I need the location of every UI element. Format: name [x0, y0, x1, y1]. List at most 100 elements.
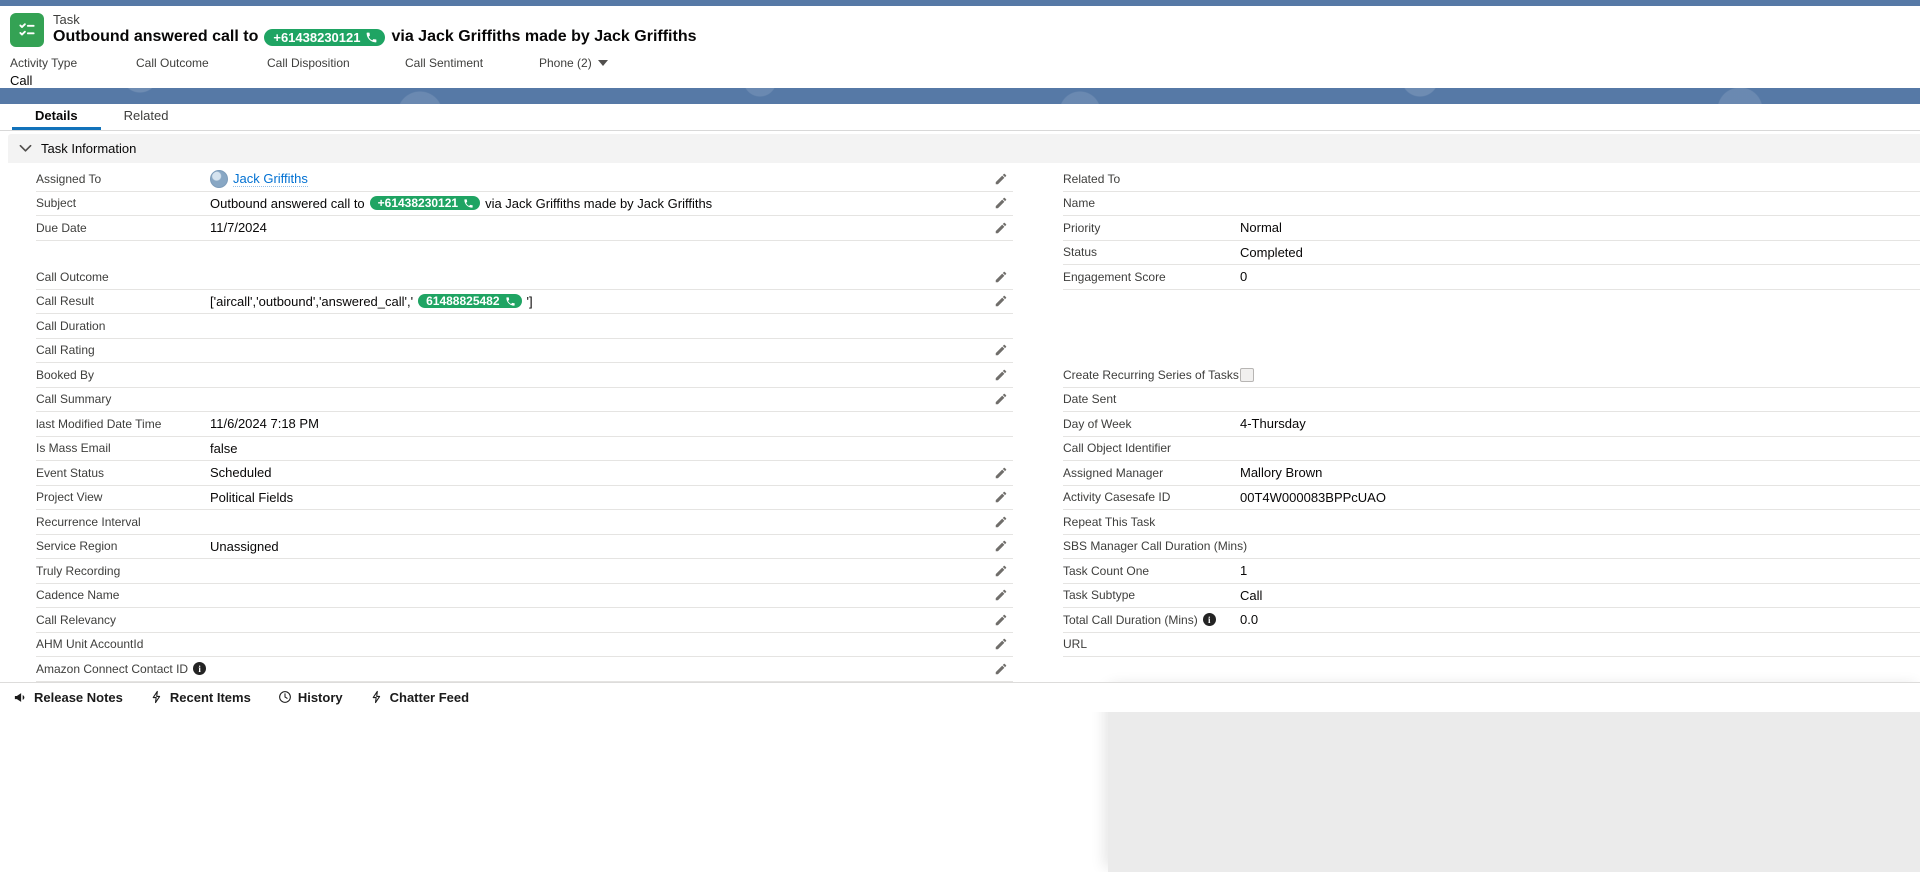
edit-icon[interactable] — [991, 268, 1011, 286]
phone-pill[interactable]: 61488825482 — [418, 294, 522, 309]
avatar — [210, 169, 228, 188]
value-text: Outbound answered call to — [210, 195, 365, 211]
edit-icon[interactable] — [991, 464, 1011, 482]
field-label: Call Object Identifier — [1063, 441, 1172, 456]
empty-field-slot — [1063, 290, 1920, 315]
field-day-of-week: Day of Week 4-Thursday — [1063, 412, 1920, 437]
utility-chatter-feed[interactable]: Chatter Feed — [370, 690, 469, 705]
field-last-modified-date-time: last Modified Date Time 11/6/2024 7:18 PM — [36, 412, 1013, 437]
edit-icon[interactable] — [991, 635, 1011, 653]
field-value: 4-Thursday — [1240, 416, 1306, 432]
edit-icon[interactable] — [991, 341, 1011, 359]
field-label: Booked By — [36, 367, 95, 382]
edit-icon[interactable] — [991, 586, 1011, 604]
field-label: Assigned To — [36, 171, 102, 186]
field-call-object-identifier: Call Object Identifier — [1063, 437, 1920, 461]
utility-history[interactable]: History — [278, 690, 343, 705]
phone-pill[interactable]: +61438230121 — [369, 196, 481, 211]
highlights-panel: Activity Type Call Call Outcome Call Dis… — [0, 48, 1920, 88]
field-is-mass-email: Is Mass Email false — [36, 437, 1013, 461]
title-suffix: via Jack Griffiths made by Jack Griffith… — [391, 28, 697, 45]
edit-icon[interactable] — [991, 170, 1011, 188]
field-recurrence-interval: Recurrence Interval — [36, 510, 1013, 535]
value-text: via Jack Griffiths made by Jack Griffith… — [485, 195, 713, 211]
field-value: Completed — [1240, 244, 1303, 260]
phone-field-label: Phone (2) — [539, 56, 592, 70]
edit-icon[interactable] — [991, 366, 1011, 384]
field-ahm-unit-accountid: AHM Unit AccountId — [36, 633, 1013, 657]
chevron-down-icon[interactable] — [597, 60, 608, 66]
field-status: Status Completed — [1063, 241, 1920, 265]
field-label: Activity Casesafe ID — [1063, 490, 1171, 505]
bolt-icon — [372, 690, 380, 704]
field-related-to: Related To — [1063, 167, 1920, 192]
phone-pill[interactable]: +61438230121 — [264, 28, 386, 46]
empty-field-slot — [1063, 657, 1920, 682]
field-label: Day of Week — [1063, 416, 1132, 431]
edit-icon[interactable] — [991, 537, 1011, 555]
tab-related[interactable]: Related — [101, 104, 192, 130]
field-subject: Subject Outbound answered call to +614382… — [36, 192, 1013, 216]
field-label: Cadence Name — [36, 588, 120, 603]
field-label: Amazon Connect Contact ID — [36, 662, 210, 676]
field-service-region: Service Region Unassigned — [36, 535, 1013, 559]
docked-panel — [1108, 688, 1920, 872]
highlight-call-outcome: Call Outcome — [136, 56, 209, 70]
field-label: Assigned Manager — [1063, 465, 1164, 480]
tab-details[interactable]: Details — [12, 104, 101, 130]
field-value: Normal — [1240, 220, 1282, 236]
field-label: last Modified Date Time — [36, 416, 162, 431]
utility-release-notes[interactable]: Release Notes — [13, 690, 123, 705]
field-label: Is Mass Email — [36, 441, 111, 456]
highlight-call-disposition: Call Disposition — [267, 56, 350, 70]
edit-icon[interactable] — [991, 513, 1011, 531]
field-label: Related To — [1063, 171, 1121, 186]
field-value: Political Fields — [210, 489, 294, 505]
edit-icon[interactable] — [991, 562, 1011, 580]
field-label: Repeat This Task — [1063, 514, 1156, 529]
value-text: ['aircall','outbound','answered_call',' — [210, 293, 414, 309]
field-label: AHM Unit AccountId — [36, 637, 144, 652]
utility-bar: Release Notes Recent Items History Chatt… — [0, 681, 1920, 712]
edit-icon[interactable] — [991, 292, 1011, 310]
edit-icon[interactable] — [991, 660, 1011, 678]
bolt-icon — [152, 690, 161, 704]
checkbox[interactable] — [1240, 367, 1254, 382]
edit-icon[interactable] — [991, 390, 1011, 408]
task-object-icon — [10, 13, 44, 47]
section-header-task-information[interactable]: Task Information — [8, 134, 1920, 163]
field-value: Unassigned — [210, 538, 279, 554]
utility-recent-items[interactable]: Recent Items — [150, 690, 251, 705]
field-project-view: Project View Political Fields — [36, 486, 1013, 510]
field-label: Truly Recording — [36, 563, 121, 578]
title-prefix: Outbound answered call to — [53, 28, 259, 45]
section-collapse-chevron-icon[interactable] — [19, 144, 32, 153]
value-text: '] — [526, 293, 533, 309]
edit-icon[interactable] — [991, 194, 1011, 212]
field-label: Recurrence Interval — [36, 514, 141, 529]
field-booked-by: Booked By — [36, 363, 1013, 388]
edit-icon[interactable] — [991, 488, 1011, 506]
field-label: URL — [1063, 637, 1088, 652]
field-total-call-duration-mins: Total Call Duration (Mins)0.0 — [1063, 608, 1920, 633]
field-value: Mallory Brown — [1240, 465, 1323, 481]
field-label: Project View — [36, 490, 103, 505]
field-call-summary: Call Summary — [36, 388, 1013, 412]
user-link[interactable]: Jack Griffiths — [233, 171, 308, 187]
field-event-status: Event Status Scheduled — [36, 461, 1013, 486]
info-icon[interactable] — [1202, 613, 1216, 627]
field-label: Event Status — [36, 465, 105, 480]
field-date-sent: Date Sent — [1063, 388, 1920, 412]
phone-icon — [367, 32, 377, 42]
field-task-count-one: Task Count One 1 — [1063, 559, 1920, 584]
edit-icon[interactable] — [991, 219, 1011, 237]
section-title: Task Information — [41, 141, 137, 156]
edit-icon[interactable] — [991, 611, 1011, 629]
field-call-relevancy: Call Relevancy — [36, 608, 1013, 633]
empty-field-slot — [1063, 339, 1920, 364]
field-activity-casesafe-id: Activity Casesafe ID 00T4W000083BPPcUAO — [1063, 486, 1920, 510]
field-label: Call Duration — [36, 318, 106, 333]
phone-number: +61438230121 — [273, 29, 361, 45]
info-icon[interactable] — [193, 662, 207, 676]
field-value: ['aircall','outbound','answered_call',' 6… — [210, 294, 991, 309]
